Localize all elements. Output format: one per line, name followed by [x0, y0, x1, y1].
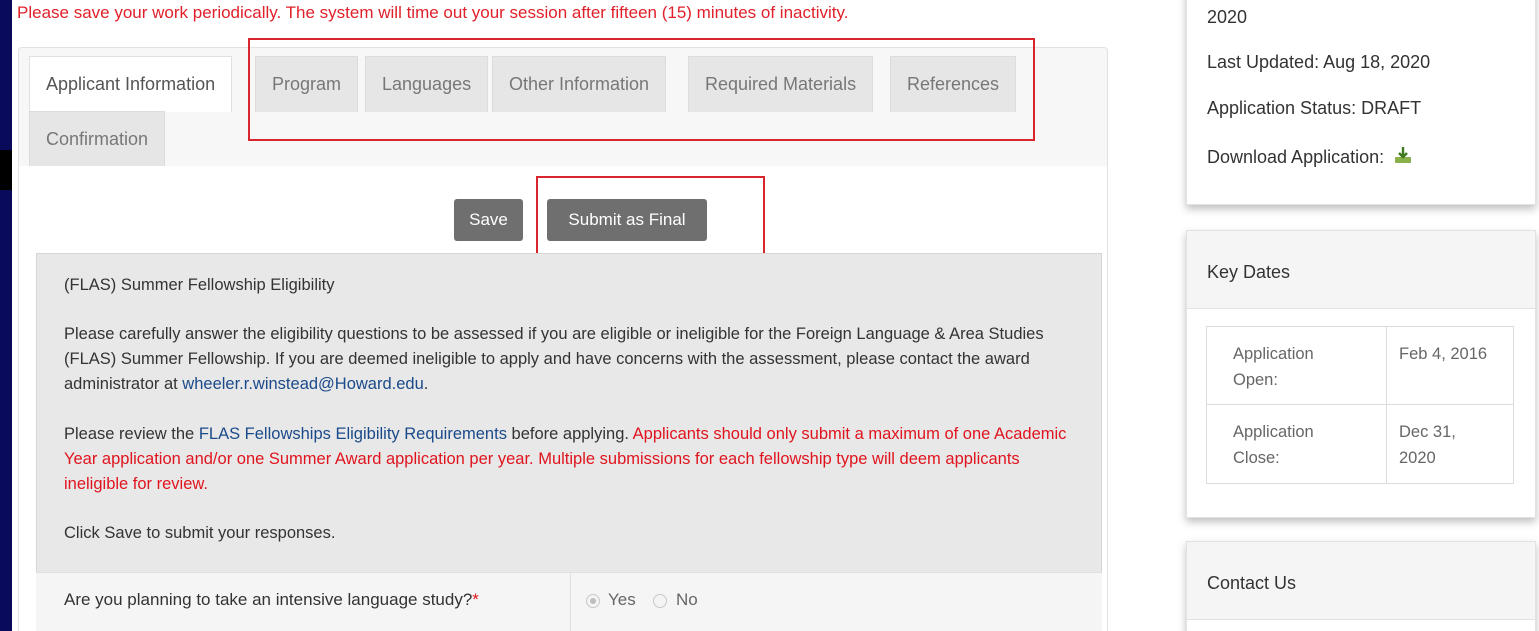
screen-frame-left	[0, 0, 12, 631]
tabs-highlight-box	[248, 38, 1035, 141]
status-label: Application Status:	[1207, 98, 1357, 118]
eligibility-intro: Please carefully answer the eligibility …	[64, 322, 1084, 397]
status-value: DRAFT	[1361, 98, 1422, 118]
question-text: Are you planning to take an intensive la…	[64, 590, 479, 610]
question-label: Are you planning to take an intensive la…	[64, 590, 473, 609]
tab-label: Confirmation	[46, 129, 149, 149]
radio-yes[interactable]	[586, 594, 600, 608]
cell-divider	[1386, 327, 1387, 404]
last-updated-label: Last Updated:	[1207, 52, 1320, 72]
review-mid: before applying.	[506, 425, 633, 443]
review-prefix: Please review the	[64, 425, 199, 443]
column-divider	[570, 573, 571, 631]
required-mark: *	[472, 590, 479, 609]
label-line: Open:	[1233, 371, 1278, 389]
last-updated-value: Aug 18, 2020	[1323, 52, 1431, 72]
key-dates-card: Key Dates Application Open: Feb 4, 2016 A…	[1186, 230, 1536, 518]
key-date-label: Application Open:	[1233, 341, 1314, 393]
radio-no[interactable]	[653, 594, 667, 608]
tab-applicant-information[interactable]: Applicant Information	[29, 56, 233, 112]
key-date-label: Application Close:	[1233, 419, 1314, 471]
administrator-email-link[interactable]: wheeler.r.winstead@Howard.edu	[182, 375, 423, 393]
last-updated: Last Updated: Aug 18, 2020	[1207, 52, 1430, 73]
year-fragment: 2020	[1207, 7, 1248, 27]
label-line: Close:	[1233, 449, 1280, 467]
download-label: Download Application:	[1207, 147, 1385, 167]
contact-us-header: Contact Us	[1187, 542, 1535, 620]
submit-highlight-box	[536, 176, 765, 257]
intro-end: .	[423, 375, 429, 393]
session-timeout-notice: Please save your work periodically. The …	[17, 3, 849, 22]
key-dates-title: Key Dates	[1207, 262, 1291, 282]
label-line: Application	[1233, 345, 1314, 363]
download-icon[interactable]	[1393, 145, 1413, 170]
eligibility-review: Please review the FLAS Fellowships Eligi…	[64, 422, 1084, 497]
save-button[interactable]: Save	[454, 199, 523, 241]
value-line: Feb 4, 2016	[1399, 345, 1488, 363]
save-hint: Click Save to submit your responses.	[64, 524, 336, 542]
download-application: Download Application:	[1207, 145, 1413, 170]
tab-confirmation[interactable]: Confirmation	[29, 111, 166, 167]
radio-no-label[interactable]: No	[676, 590, 698, 610]
contact-us-card: Contact Us	[1186, 541, 1536, 631]
tab-label: Applicant Information	[46, 74, 216, 94]
application-status: Application Status: DRAFT	[1207, 98, 1421, 119]
page: Please save your work periodically. The …	[12, 0, 1539, 631]
eligibility-title: (FLAS) Summer Fellowship Eligibility	[64, 276, 335, 294]
contact-us-title: Contact Us	[1207, 573, 1297, 593]
cell-divider	[1386, 405, 1387, 483]
value-line: 2020	[1399, 449, 1436, 467]
radio-yes-label[interactable]: Yes	[608, 590, 636, 610]
key-dates-row: Application Close: Dec 31, 2020	[1207, 405, 1513, 483]
value-line: Dec 31,	[1399, 423, 1456, 441]
key-dates-table: Application Open: Feb 4, 2016 Application…	[1206, 326, 1514, 484]
application-status-card: 2020 Last Updated: Aug 18, 2020 Applicat…	[1186, 0, 1536, 205]
key-dates-header: Key Dates	[1187, 231, 1535, 309]
label-line: Application	[1233, 423, 1314, 441]
key-dates-row: Application Open: Feb 4, 2016	[1207, 327, 1513, 405]
key-date-value: Feb 4, 2016	[1399, 341, 1487, 367]
eligibility-requirements-link[interactable]: FLAS Fellowships Eligibility Requirement…	[199, 425, 507, 443]
question-row: Are you planning to take an intensive la…	[36, 572, 1102, 631]
key-date-value: Dec 31, 2020	[1399, 419, 1456, 471]
